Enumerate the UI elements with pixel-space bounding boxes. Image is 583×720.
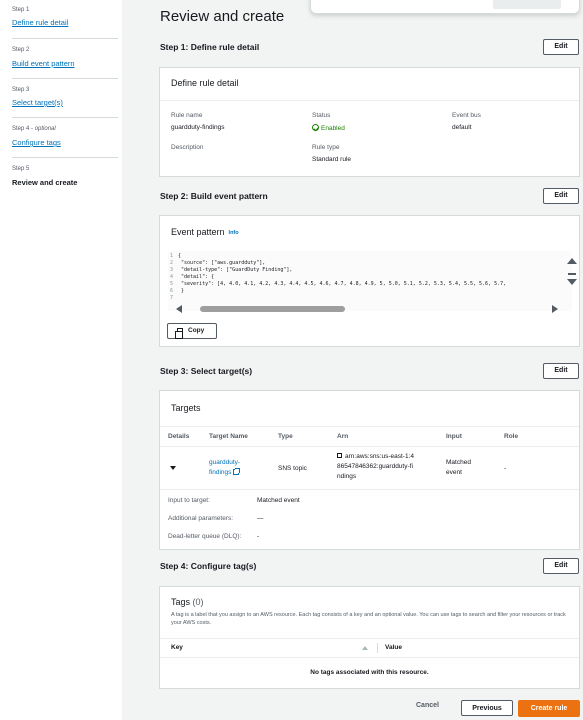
column-header-arn: Arn — [337, 433, 349, 440]
column-header-type: Type — [278, 433, 293, 440]
input-to-target-value: Matched event — [257, 497, 300, 504]
panel-title: Targets — [171, 403, 201, 413]
column-header-details: Details — [168, 433, 190, 440]
copy-button[interactable]: Copy — [167, 323, 217, 339]
sidebar-divider — [12, 117, 118, 118]
success-check-icon — [312, 124, 319, 131]
target-input: Matched event — [446, 459, 471, 476]
column-header-target-name: Target Name — [209, 433, 248, 440]
step-4-number: Step 4 - optional — [12, 126, 56, 132]
external-link-icon — [233, 468, 241, 475]
vertical-scrollbar[interactable] — [567, 258, 577, 298]
event-pattern-panel: Event pattern Info 1{ 2 "source": ["aws.g… — [159, 215, 580, 347]
copy-icon — [175, 328, 183, 339]
targets-panel: Targets Details Target Name Type Arn Inp… — [159, 390, 580, 550]
sidebar-step-define-rule-detail[interactable]: Define rule detail — [12, 18, 68, 27]
tags-description: A tag is a label that you assign to an A… — [171, 612, 566, 626]
step-1-number: Step 1 — [12, 7, 30, 13]
column-header-value: Value — [385, 644, 402, 651]
scrollbar-thumb[interactable] — [568, 273, 576, 275]
event-bus-value: default — [452, 124, 472, 131]
code-editor[interactable]: 1{ 2 "source": ["aws.guardduty"], 3 "det… — [168, 251, 572, 311]
input-to-target-label: Input to target: — [168, 497, 210, 504]
code-line: 6 } — [170, 288, 185, 294]
additional-parameters-label: Additional parameters: — [168, 515, 234, 522]
rule-detail-panel: Define rule detail Rule name guardduty-f… — [159, 67, 580, 177]
sidebar-step-review-and-create: Review and create — [12, 178, 78, 187]
additional-parameters-value: — — [257, 515, 264, 522]
info-link[interactable]: Info — [229, 230, 239, 236]
scroll-down-icon[interactable] — [567, 279, 577, 285]
event-bus-label: Event bus — [452, 112, 481, 119]
expand-row-icon[interactable] — [170, 466, 176, 470]
step-4-title: Step 4: Configure tag(s) — [160, 561, 257, 571]
sidebar-step-build-event-pattern[interactable]: Build event pattern — [12, 59, 75, 68]
edit-step-1-button[interactable]: Edit — [543, 39, 579, 55]
horizontal-scrollbar[interactable] — [174, 304, 558, 313]
divider — [160, 426, 579, 427]
rule-type-label: Rule type — [312, 144, 340, 151]
divider — [160, 100, 579, 101]
rule-name-label: Rule name — [171, 112, 203, 119]
target-arn: arn:aws:sns:us-east-1:4 86547846362:guard… — [337, 453, 415, 480]
status-label: Status — [312, 112, 331, 119]
column-header-role: Role — [504, 433, 519, 440]
code-line: 7 — [170, 295, 174, 301]
panel-title: Define rule detail — [171, 78, 239, 88]
step-3-number: Step 3 — [12, 87, 30, 93]
page-title: Review and create — [160, 8, 285, 25]
panel-title: Event pattern Info — [171, 227, 239, 237]
divider — [160, 489, 579, 490]
tags-panel: Tags (0) A tag is a label that you assig… — [159, 586, 580, 689]
sidebar-divider — [12, 38, 118, 39]
panel-title: Tags (0) — [171, 597, 204, 607]
target-type: SNS topic — [278, 465, 307, 472]
code-line: 2 "source": ["aws.guardduty"], — [170, 260, 266, 266]
divider — [160, 657, 579, 658]
sort-icon[interactable] — [362, 646, 368, 650]
step-5-number: Step 5 — [12, 166, 30, 172]
sidebar-divider — [12, 157, 118, 158]
target-role: - — [504, 465, 507, 472]
status-value: Enabled — [312, 124, 345, 132]
step-3-title: Step 3: Select target(s) — [160, 366, 253, 376]
divider — [160, 446, 579, 447]
sidebar-step-configure-tags[interactable]: Configure tags — [12, 138, 61, 147]
empty-state: No tags associated with this resource. — [310, 669, 429, 676]
popover-button[interactable] — [493, 0, 561, 9]
optional-label: optional — [34, 126, 56, 132]
column-header-input: Input — [446, 433, 462, 440]
edit-step-2-button[interactable]: Edit — [543, 188, 579, 204]
code-line: 3 "detail-type": ["GuardDuty Finding"], — [170, 267, 293, 273]
code-line: 1{ — [170, 253, 182, 259]
scroll-left-icon[interactable] — [176, 305, 182, 313]
column-header-key[interactable]: Key — [171, 644, 183, 651]
scroll-right-icon[interactable] — [552, 305, 558, 313]
sidebar-step-select-targets[interactable]: Select target(s) — [12, 98, 63, 107]
step-1-title: Step 1: Define rule detail — [160, 42, 260, 52]
code-line: 5 "severity": [4, 4.0, 4.1, 4.2, 4.3, 4.… — [170, 281, 507, 287]
rule-name-value: guardduty-findings — [171, 124, 225, 131]
scrollbar-thumb[interactable] — [200, 306, 345, 312]
sidebar-divider — [12, 78, 118, 79]
wizard-sidebar: Step 1 Define rule detail Step 2 Build e… — [0, 0, 122, 720]
dlq-value: - — [257, 533, 260, 540]
edit-step-3-button[interactable]: Edit — [543, 363, 579, 379]
scroll-up-icon[interactable] — [567, 258, 577, 264]
target-name-link[interactable]: guardduty-findings — [209, 458, 241, 478]
column-divider — [377, 643, 378, 653]
code-line: 4 "detail": { — [170, 274, 215, 280]
popover-card — [310, 0, 580, 14]
description-label: Description — [171, 144, 204, 151]
rule-type-value: Standard rule — [312, 156, 352, 163]
cancel-button[interactable]: Cancel — [416, 702, 439, 709]
step-2-number: Step 2 — [12, 47, 30, 53]
create-rule-button[interactable]: Create rule — [518, 700, 580, 717]
previous-button[interactable]: Previous — [461, 700, 513, 716]
dlq-label: Dead-letter queue (DLQ): — [168, 533, 242, 540]
copy-icon[interactable] — [337, 453, 342, 458]
edit-step-4-button[interactable]: Edit — [543, 558, 579, 574]
divider — [160, 638, 579, 639]
step-2-title: Step 2: Build event pattern — [160, 191, 268, 201]
